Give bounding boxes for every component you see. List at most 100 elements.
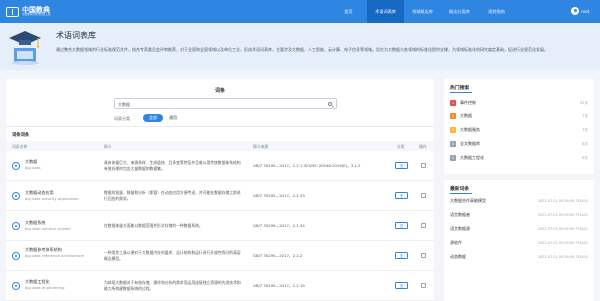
divider [6,126,434,127]
table-row[interactable]: 大数据参考体系结构 big data reference architecture… [6,241,434,271]
user-name: root [581,8,590,14]
term-source: GB/T 35295—2017，2.2.1 ISO/IEC 20546:2019… [253,163,361,168]
edit-icon[interactable] [421,163,426,168]
table-row[interactable]: 大数据工程化 big data engineering 为体现大数据对于有效存储、… [6,271,434,301]
term-name[interactable]: 大数据工程化 big data engineering [25,279,91,290]
header-definition: 释义 [104,144,112,149]
term-definition: 数据的批量、移量和分析（即管）在动态应用方便传送，并可能在数据存储之前进行回应的… [104,190,241,201]
avatar [571,7,579,15]
recent-term-item[interactable]: 大数据合作高能模型 2022-07-01 09:29:09.753431 [450,196,588,206]
hot-search-count: 52次 [579,100,588,105]
hot-search-title: 热门搜索 [450,86,470,91]
recent-terms-title: 最新词条 [450,187,470,192]
rank-badge: 5 [450,155,456,161]
term-en: big data reference architecture [25,252,85,258]
term-cn: 大数据工程化 [25,279,50,284]
category-tag[interactable]: 无 [395,252,408,259]
site-logo[interactable]: 中国教典 全国教育标准化信息工程 [6,6,51,17]
category-tag[interactable]: 无 [395,282,408,289]
recent-term-label: 动态数据 [450,254,466,259]
recent-term-item[interactable]: 语言数据源 2022-07-01 09:29:09.753431 [450,224,588,234]
hot-search-item[interactable]: 2 大数据 7次 [450,111,588,121]
menu-item-home[interactable]: 首页 [330,0,367,23]
term-definition: 为体现大数据对于有效存储、操作和分析的需求而运用连接独立资源的先进技术和能力所构… [104,280,241,291]
recent-term-item[interactable]: 语言数据者 2022-07-01 09:29:09.753431 [450,210,588,220]
table-row[interactable]: 大数据动态应用 big data velocity application 数据的… [6,181,434,211]
edit-icon[interactable] [421,253,426,258]
header-source: 释义来源 [253,144,269,149]
filter-chip-general[interactable]: 通用 [163,114,183,122]
menu-item-term-library[interactable]: 术语词表库 [367,0,404,23]
graduation-cap-illustration-icon [9,31,41,65]
term-definition: 在数据体量方面能以数据范围并形式存储的一种数据系统。 [104,223,203,228]
recent-term-date: 2022-07-01 09:29:09.753431 [537,255,588,259]
header-term: 词条名称 [12,144,28,149]
recent-term-item[interactable]: 动态数据 2022-07-01 09:29:09.753431 [450,252,588,262]
recent-term-label: 语言数据者 [450,212,470,217]
term-source: GB/T 35295—2017，2.2.34 [253,223,305,228]
search-box[interactable]: 大数据 [114,98,337,109]
hot-search-item[interactable]: 3 大数据服务 7次 [450,125,588,135]
rank-badge: 4 [450,141,456,147]
term-en: big data velocity application [25,195,79,201]
recent-term-date: 2022-07-01 09:29:09.753431 [537,213,588,217]
term-name[interactable]: 大数据 big data [25,159,91,170]
recent-term-date: 2022-07-01 09:29:09.753431 [537,241,588,245]
term-en: big data volume system [25,225,71,231]
hot-search-count: 7次 [582,113,588,118]
main-menu: 首页 术语词表库 领域概念库 概念分类库 规划指南 [330,0,515,23]
hot-search-item[interactable]: 5 大数据工程化 6次 [450,153,588,163]
term-cn: 大数据参考体系结构 [25,247,62,252]
hot-search-item[interactable]: 1 事件控制 52次 [450,98,588,108]
rank-badge: 3 [450,127,456,133]
rank-badge: 2 [450,113,456,119]
term-icon [12,222,20,230]
term-cn: 大数据 [25,159,38,164]
list-title: 词条词条 [12,133,30,138]
edit-icon[interactable] [421,223,426,228]
header-category: 分类 [397,144,405,149]
term-definition: 一种用作工具以便对于大数据内在的要求、设计结构和运行进行开放性探讨的高层概念模型… [104,250,241,261]
filter-label: 词表分类 [114,116,130,121]
table-row[interactable]: 大数据系统 big data volume system 在数据体量方面能以数据范… [6,211,434,241]
term-cn: 大数据动态应用 [25,190,54,195]
table-row[interactable]: 大数据 big data 具有体量巨大、来源多样、生成极快、且多变等特征并且难以用… [6,151,434,181]
term-search-panel: 词条 大数据 词表分类 全部 通用 词条词条 词条名称 释义 释义来源 分类 操… [6,79,434,301]
edit-icon[interactable] [421,193,426,198]
term-source: GB/T 35295—2017，2.2.19 [253,283,305,288]
top-navbar: 中国教典 全国教育标准化信息工程 首页 术语词表库 领域概念库 概念分类库 规划… [0,0,600,23]
search-title: 词条 [214,88,225,94]
recent-term-date: 2022-07-01 09:29:09.753431 [537,227,588,231]
category-tag[interactable]: 无 [395,162,408,169]
search-icon[interactable] [328,102,332,106]
term-icon [12,282,20,290]
menu-item-guide[interactable]: 规划指南 [478,0,515,23]
book-logo-icon [6,6,19,17]
title-underline [450,193,472,194]
hot-search-card: 热门搜索 1 事件控制 52次 2 大数据 7次 3 大数据服务 7次 4 全文… [444,79,594,174]
recent-term-date: 2022-07-01 09:29:09.753431 [537,199,588,203]
term-name[interactable]: 大数据系统 big data volume system [25,220,91,231]
term-definition: 具有体量巨大、来源多样、生成极快、且多变等特征并且难以用传统数据体系结构有效处理… [104,160,241,171]
logo-sub-text: 全国教育标准化信息工程 [22,13,51,17]
page-description: 通过整合大数据领域的行业标准规范文件，结合专家委员会评审推荐、对于全国和全国领域… [56,47,548,52]
search-input[interactable]: 大数据 [118,102,130,108]
edit-icon[interactable] [421,283,426,288]
logo-text: 中国教典 全国教育标准化信息工程 [22,6,51,17]
term-name[interactable]: 大数据动态应用 big data velocity application [25,190,91,201]
category-tag[interactable]: 无 [395,192,408,199]
recent-term-label: 大数据合作高能模型 [450,198,486,203]
hot-search-item[interactable]: 4 全文数据库 6次 [450,139,588,149]
hot-search-count: 6次 [582,155,588,160]
term-en: big data engineering [25,284,65,290]
term-name[interactable]: 大数据参考体系结构 big data reference architecture [25,247,91,258]
menu-item-classification-library[interactable]: 概念分类库 [441,0,478,23]
user-menu[interactable]: root [571,7,589,15]
recent-term-item[interactable]: 源软件 2022-07-01 09:29:09.753431 [450,238,588,248]
term-en: big data [25,164,41,170]
category-tag[interactable]: 无 [395,222,408,229]
term-icon [12,162,20,170]
filter-chip-all[interactable]: 全部 [143,114,163,122]
hot-search-count: 7次 [582,127,588,132]
menu-item-concept-library[interactable]: 领域概念库 [404,0,441,23]
